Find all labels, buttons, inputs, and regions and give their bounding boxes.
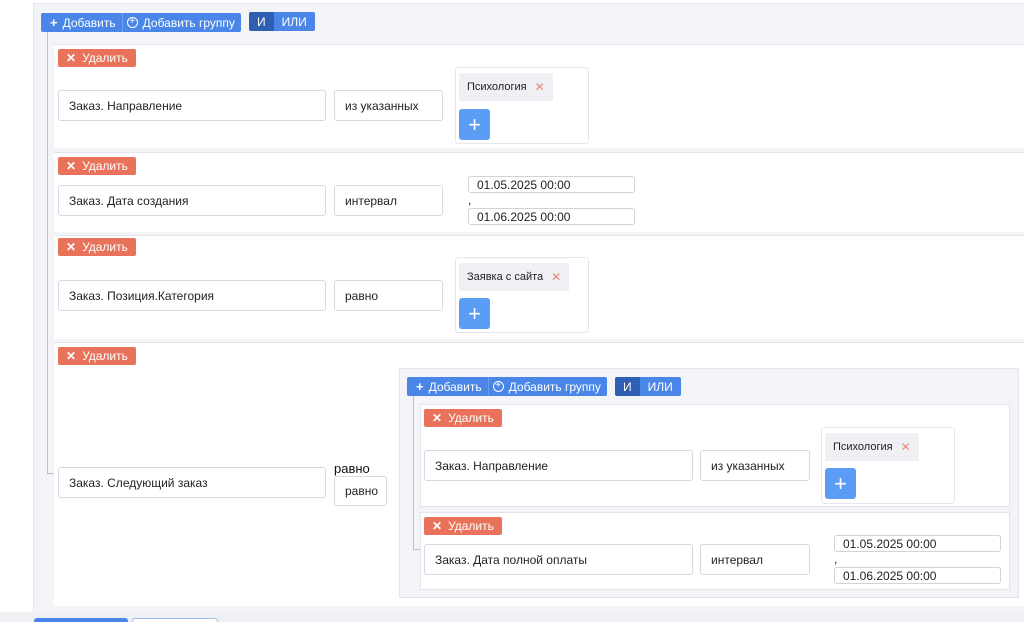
tree-connector	[413, 396, 414, 549]
plus-icon: +	[468, 111, 481, 137]
and-toggle[interactable]: И	[615, 377, 640, 396]
and-toggle[interactable]: И	[249, 12, 274, 31]
close-icon[interactable]: ✕	[535, 80, 545, 94]
field-select[interactable]: Заказ. Дата полной оплаты	[424, 544, 693, 575]
plus-icon: +	[468, 300, 481, 326]
plus-icon: +	[50, 15, 58, 30]
or-toggle[interactable]: ИЛИ	[639, 377, 681, 396]
delete-rule-button[interactable]: ✕ Удалить	[58, 157, 136, 175]
date-to-input[interactable]: 01.06.2025 00:00	[468, 208, 635, 225]
delete-rule-button[interactable]: ✕ Удалить	[58, 347, 136, 365]
operator-caption: равно	[334, 461, 370, 476]
operator-select[interactable]: интервал	[700, 544, 810, 575]
operator-select[interactable]: из указанных	[700, 450, 810, 481]
condition-toggle: И ИЛИ	[615, 377, 681, 396]
range-separator: ,	[468, 193, 472, 207]
add-value-button[interactable]: +	[825, 468, 856, 499]
date-to-input[interactable]: 01.06.2025 00:00	[834, 567, 1001, 584]
close-icon[interactable]: ✕	[551, 270, 561, 284]
close-icon: ✕	[432, 519, 443, 533]
add-rule-label: Добавить	[62, 15, 116, 30]
add-group-label: Добавить группу	[142, 15, 235, 30]
close-icon: ✕	[66, 349, 77, 363]
plus-circle-icon: +	[492, 381, 504, 392]
delete-rule-button[interactable]: ✕ Удалить	[424, 409, 502, 427]
plus-icon: +	[834, 470, 847, 496]
bottom-primary-button[interactable]	[34, 618, 128, 622]
close-icon: ✕	[66, 159, 77, 173]
delete-rule-button[interactable]: ✕ Удалить	[58, 49, 136, 67]
close-icon: ✕	[66, 240, 77, 254]
close-icon: ✕	[66, 51, 77, 65]
delete-rule-button[interactable]: ✕ Удалить	[58, 238, 136, 256]
field-select[interactable]: Заказ. Позиция.Категория	[58, 280, 326, 311]
value-tag: Заявка с сайта ✕	[459, 263, 570, 291]
bottom-secondary-button[interactable]	[132, 618, 218, 622]
operator-select[interactable]: равно	[334, 476, 387, 506]
or-toggle[interactable]: ИЛИ	[273, 12, 315, 31]
operator-select[interactable]: равно	[334, 280, 443, 311]
close-icon[interactable]: ✕	[901, 440, 911, 454]
field-select[interactable]: Заказ. Направление	[58, 90, 326, 121]
plus-icon: +	[416, 379, 424, 394]
tree-connector	[47, 32, 48, 473]
tree-connector	[413, 549, 420, 550]
date-from-input[interactable]: 01.05.2025 00:00	[468, 176, 635, 193]
field-select[interactable]: Заказ. Следующий заказ	[58, 467, 326, 498]
add-rule-button[interactable]: + Добавить	[407, 377, 488, 396]
close-icon: ✕	[432, 411, 443, 425]
add-value-button[interactable]: +	[459, 109, 490, 140]
add-group-button[interactable]: + Добавить группу	[121, 13, 241, 32]
field-select[interactable]: Заказ. Направление	[424, 450, 693, 481]
operator-select[interactable]: интервал	[334, 185, 443, 216]
plus-circle-icon: +	[126, 17, 138, 28]
condition-toggle: И ИЛИ	[249, 12, 315, 31]
delete-rule-button[interactable]: ✕ Удалить	[424, 517, 502, 535]
field-select[interactable]: Заказ. Дата создания	[58, 185, 326, 216]
add-value-button[interactable]: +	[459, 298, 490, 329]
add-rule-button[interactable]: + Добавить	[41, 13, 122, 32]
date-from-input[interactable]: 01.05.2025 00:00	[834, 535, 1001, 552]
range-separator: ,	[834, 552, 838, 566]
value-tag: Психология ✕	[459, 73, 553, 101]
value-tag: Психология ✕	[825, 433, 919, 461]
operator-select[interactable]: из указанных	[334, 90, 443, 121]
group-toolbar: + Добавить + Добавить группу	[407, 377, 607, 396]
add-group-button[interactable]: + Добавить группу	[487, 377, 607, 396]
root-toolbar: + Добавить + Добавить группу	[41, 13, 241, 32]
